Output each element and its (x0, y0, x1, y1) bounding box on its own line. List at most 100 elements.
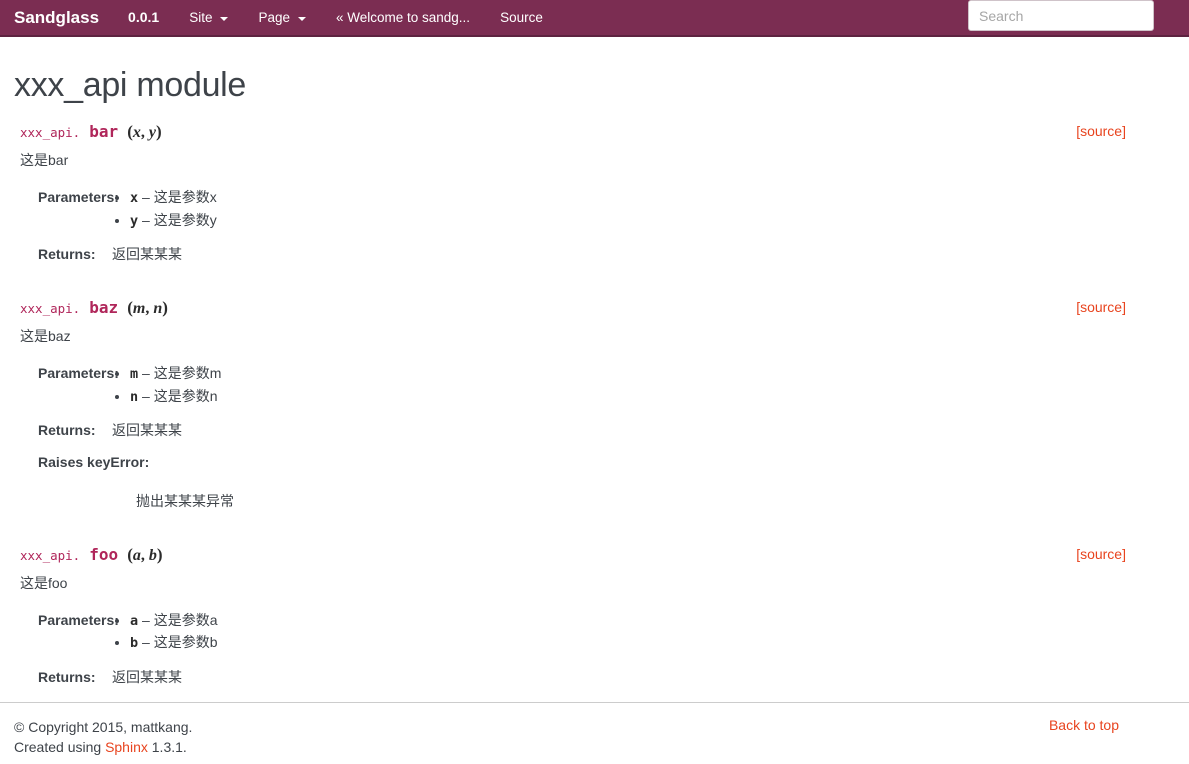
list-item: a – 这是参数a (130, 610, 1175, 632)
param-name: m (130, 366, 139, 382)
page-title: xxx_api module (14, 66, 247, 104)
nav-item-version: 0.0.1 (113, 0, 174, 36)
field-parameters: Parameters: x – 这是参数x y – 这是参数y (14, 187, 1175, 232)
field-body-parameters: a – 这是参数a b – 这是参数b (112, 610, 1175, 655)
field-list-bar: Parameters: x – 这是参数x y – 这是参数y Returns:… (14, 187, 1175, 264)
signature-module-prefix: xxx_api. (20, 125, 81, 141)
sphinx-link[interactable]: Sphinx (105, 739, 148, 755)
search-form (968, 0, 1154, 31)
signature-close-paren: ) (162, 298, 168, 318)
chevron-down-icon (297, 16, 306, 21)
nav-link-source[interactable]: Source (485, 0, 558, 36)
field-label-raises: Raises keyError: (38, 454, 150, 471)
nav-item-page: Page (243, 0, 321, 36)
field-body-returns: 返回某某某 (112, 422, 182, 439)
brand-logo[interactable]: Sandglass (0, 0, 113, 36)
nav-link-version[interactable]: 0.0.1 (113, 0, 174, 36)
param-description: 这是参数x (153, 188, 217, 205)
field-label-returns: Returns: (38, 422, 96, 439)
back-to-top-link[interactable]: Back to top (1049, 717, 1175, 733)
param-dash: – (142, 611, 150, 628)
param-dash: – (142, 387, 150, 404)
page-footer: © Copyright 2015, mattkang. Created usin… (0, 702, 1189, 758)
copyright-line: © Copyright 2015, mattkang. (14, 719, 193, 735)
main-content: xxx_api module xxx_api. bar (x, y) [sour… (0, 66, 1189, 687)
field-list-foo: Parameters: a – 这是参数a b – 这是参数b Returns:… (14, 610, 1175, 687)
function-description: 这是bar (20, 152, 69, 169)
field-parameters: Parameters: a – 这是参数a b – 这是参数b (14, 610, 1175, 655)
parameter-list: a – 这是参数a b – 这是参数b (112, 610, 1175, 654)
function-entry-foo: xxx_api. foo (a, b) [source] 这是foo Param… (14, 541, 1175, 687)
signature-param: b (148, 547, 157, 565)
param-dash: – (142, 365, 150, 381)
source-link[interactable]: [source] (1076, 123, 1126, 139)
signature-module-prefix: xxx_api. (20, 548, 81, 564)
footer-inner: © Copyright 2015, mattkang. Created usin… (14, 717, 1175, 758)
field-list-baz: Parameters: m – 这是参数m n – 这是参数n Returns:… (14, 363, 1175, 511)
param-name: a (130, 612, 139, 629)
signature-param: n (153, 300, 163, 318)
signature-text: xxx_api. bar (x, y) (20, 122, 162, 142)
created-using-line: Created using Sphinx 1.3.1. (14, 737, 192, 757)
param-description: 这是参数a (153, 611, 218, 628)
function-signature-foo: xxx_api. foo (a, b) [source] (14, 541, 1175, 567)
param-dash: – (142, 634, 150, 651)
nav-link-page[interactable]: Page (243, 0, 321, 36)
signature-param: m (132, 300, 146, 318)
function-entry-baz: xxx_api. baz (m, n) [source] 这是baz Param… (14, 294, 1175, 511)
param-name: b (130, 635, 139, 652)
param-description: 这是参数y (153, 211, 217, 228)
created-using-prefix: Created using (14, 739, 106, 756)
field-body-parameters: x – 这是参数x y – 这是参数y (112, 187, 1175, 232)
signature-text: xxx_api. foo (a, b) (20, 545, 163, 565)
signature-param: x (132, 124, 141, 142)
field-raises: Raises keyError: 抛出某某某异常 (14, 452, 1175, 511)
signature-comma: , (140, 124, 149, 142)
signature-function-name: bar (89, 122, 119, 142)
field-body-raises: 抛出某某某异常 (136, 492, 234, 509)
field-label-returns: Returns: (38, 246, 96, 263)
field-returns: Returns: 返回某某某 (14, 244, 1175, 264)
signature-module-prefix: xxx_api. (20, 301, 81, 317)
navbar-menu: 0.0.1 Site Page « Welcome to sandg... So… (113, 0, 558, 36)
param-name: y (130, 212, 139, 229)
signature-function-name: foo (89, 545, 119, 565)
field-parameters: Parameters: m – 这是参数m n – 这是参数n (14, 363, 1175, 408)
top-navbar: Sandglass 0.0.1 Site Page « Welcome to s… (0, 0, 1189, 37)
sphinx-version: 1.3.1. (147, 739, 187, 756)
parameter-list: x – 这是参数x y – 这是参数y (112, 187, 1175, 231)
field-label-parameters: Parameters: (38, 188, 119, 205)
signature-function-name: baz (89, 298, 119, 318)
param-description: 这是参数b (153, 634, 218, 651)
nav-label-site: Site (189, 10, 213, 25)
signature-close-paren: ) (155, 122, 162, 142)
field-label-parameters: Parameters: (38, 365, 119, 381)
param-dash: – (142, 211, 150, 228)
signature-param: a (132, 547, 141, 565)
list-item: x – 这是参数x (130, 187, 1175, 209)
list-item: b – 这是参数b (130, 632, 1175, 654)
source-link[interactable]: [source] (1076, 299, 1126, 315)
function-signature-baz: xxx_api. baz (m, n) [source] (14, 294, 1175, 320)
nav-item-site: Site (174, 0, 243, 36)
list-item: n – 这是参数n (130, 386, 1175, 408)
parameter-list: m – 这是参数m n – 这是参数n (112, 363, 1175, 407)
nav-link-site[interactable]: Site (174, 0, 243, 36)
function-signature-bar: xxx_api. bar (x, y) [source] (14, 118, 1175, 144)
nav-item-source: Source (485, 0, 558, 36)
nav-link-prev-page[interactable]: « Welcome to sandg... (321, 0, 485, 36)
signature-text: xxx_api. baz (m, n) (20, 298, 168, 318)
field-label-parameters: Parameters: (38, 611, 119, 628)
search-input[interactable] (968, 0, 1154, 31)
field-label-returns: Returns: (38, 668, 96, 685)
param-description: 这是参数n (153, 387, 218, 404)
function-entry-bar: xxx_api. bar (x, y) [source] 这是bar Param… (14, 118, 1175, 264)
param-name: n (130, 388, 139, 405)
signature-comma: , (140, 547, 149, 565)
signature-close-paren: ) (156, 545, 163, 565)
source-link[interactable]: [source] (1076, 546, 1126, 562)
function-description: 这是foo (20, 575, 68, 592)
nav-item-prev-page: « Welcome to sandg... (321, 0, 485, 36)
